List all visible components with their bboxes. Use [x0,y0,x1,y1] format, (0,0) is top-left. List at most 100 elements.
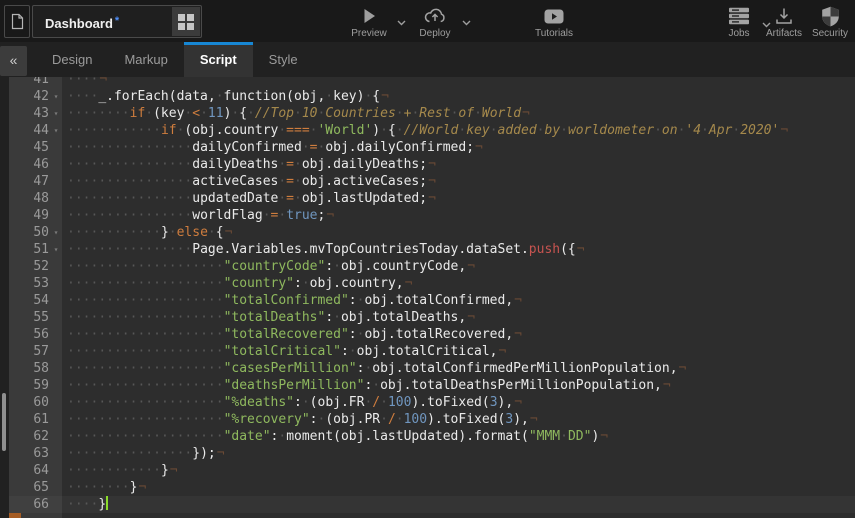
code-line[interactable]: 49················worldFlag·=·true;¬ [9,207,855,224]
code-line[interactable]: 65········}¬ [9,479,855,496]
text-cursor [106,496,108,510]
document-icon [11,13,24,30]
jobs-button[interactable]: Jobs [719,6,759,39]
code-text: ············}·else·{¬ [61,224,855,241]
code-line[interactable]: 41····¬ [9,77,855,88]
deploy-label: Deploy [419,28,450,39]
code-line[interactable]: 47················activeCases·=·obj.acti… [9,173,855,190]
preview-button[interactable]: Preview [343,6,395,39]
code-line[interactable]: 66····} [9,496,855,513]
deploy-button[interactable]: Deploy [410,6,460,39]
server-stack-icon [728,6,750,26]
code-text: ················});¬ [61,445,855,462]
fold-spacer [51,360,61,377]
code-line[interactable]: 58····················"casesPerMillion":… [9,360,855,377]
code-line[interactable]: 52····················"countryCode":·obj… [9,258,855,275]
line-number: 50 [9,224,51,241]
unsaved-marker: * [115,15,119,27]
code-line[interactable]: 48················updatedDate·=·obj.last… [9,190,855,207]
preview-label: Preview [351,28,387,39]
code-text: ····················"date":·moment(obj.l… [61,428,855,445]
code-line[interactable]: 51▾················Page.Variables.mvTopC… [9,241,855,258]
fold-spacer [51,462,61,479]
tab-script[interactable]: Script [184,42,253,77]
fold-toggle-icon[interactable]: ▾ [51,88,61,105]
code-line[interactable]: 54····················"totalConfirmed":·… [9,292,855,309]
tutorials-button[interactable]: Tutorials [526,6,582,39]
tab-design[interactable]: Design [36,42,108,77]
code-text: ····················"countryCode":·obj.c… [61,258,855,275]
line-number: 47 [9,173,51,190]
code-lines: 41····¬42▾····_.forEach(data,·function(o… [9,77,855,513]
page-grid-button[interactable] [172,7,200,36]
artifacts-button[interactable]: Artifacts [758,6,810,39]
fold-spacer [51,77,61,88]
collapse-sidebar-button[interactable]: « [0,46,27,76]
code-text: ····················"%recovery":·(obj.PR… [61,411,855,428]
fold-toggle-icon[interactable]: ▾ [51,241,61,258]
fold-toggle-icon[interactable]: ▾ [51,122,61,139]
left-gutter-strip [0,77,9,518]
code-text: ····················"deathsPerMillion":·… [61,377,855,394]
tab-label: Script [200,52,237,67]
download-icon [774,6,794,26]
fold-toggle-icon[interactable]: ▾ [51,224,61,241]
tutorials-label: Tutorials [535,28,573,39]
fold-spacer [51,445,61,462]
code-line[interactable]: 59····················"deathsPerMillion"… [9,377,855,394]
security-label: Security [812,28,848,39]
video-icon [544,6,564,26]
code-line[interactable]: 46················dailyDeaths·=·obj.dail… [9,156,855,173]
code-line[interactable]: 60····················"%deaths":·(obj.FR… [9,394,855,411]
code-line[interactable]: 56····················"totalRecovered":·… [9,326,855,343]
fold-spacer [51,292,61,309]
code-line[interactable]: 50▾············}·else·{¬ [9,224,855,241]
code-line[interactable]: 64············}¬ [9,462,855,479]
line-number: 54 [9,292,51,309]
code-line[interactable]: 42▾····_.forEach(data,·function(obj,·key… [9,88,855,105]
code-text: ········if·(key·<·11)·{·//Top·10·Countri… [61,105,855,122]
code-text: ····················"%deaths":·(obj.FR·/… [61,394,855,411]
code-line[interactable]: 43▾········if·(key·<·11)·{·//Top·10·Coun… [9,105,855,122]
code-line[interactable]: 61····················"%recovery":·(obj.… [9,411,855,428]
fold-spacer [51,479,61,496]
tab-style[interactable]: Style [253,42,314,77]
fold-spacer [51,173,61,190]
editor-tab-bar: « Design Markup Script Style [0,42,855,77]
line-number: 51 [9,241,51,258]
chevron-down-icon[interactable] [397,20,406,26]
code-line[interactable]: 53····················"country":·obj.cou… [9,275,855,292]
line-number: 66 [9,496,51,513]
code-line[interactable]: 55····················"totalDeaths":·obj… [9,309,855,326]
code-text: ················dailyConfirmed·=·obj.dai… [61,139,855,156]
code-line[interactable]: 45················dailyConfirmed·=·obj.d… [9,139,855,156]
code-text: ················updatedDate·=·obj.lastUp… [61,190,855,207]
code-line[interactable]: 62····················"date":·moment(obj… [9,428,855,445]
line-number: 43 [9,105,51,122]
chevron-down-icon[interactable] [462,20,471,26]
code-line[interactable]: 63················});¬ [9,445,855,462]
tab-markup[interactable]: Markup [108,42,183,77]
line-number: 42 [9,88,51,105]
fold-spacer [51,156,61,173]
tab-label: Design [52,52,92,67]
page-doc-button[interactable] [4,5,30,38]
code-text: ····_.forEach(data,·function(obj,·key)·{… [61,88,855,105]
line-number: 64 [9,462,51,479]
fold-toggle-icon[interactable]: ▾ [51,105,61,122]
code-text: ············if·(obj.country·===·'World')… [61,122,855,139]
grid-icon [178,14,194,30]
code-line[interactable]: 57····················"totalCritical":·o… [9,343,855,360]
artifacts-label: Artifacts [766,28,802,39]
script-code-editor[interactable]: 41····¬42▾····_.forEach(data,·function(o… [0,77,855,518]
code-line[interactable]: 44▾············if·(obj.country·===·'Worl… [9,122,855,139]
fold-spacer [51,190,61,207]
code-text: ················dailyDeaths·=·obj.dailyD… [61,156,855,173]
line-number: 57 [9,343,51,360]
scrollbar-thumb[interactable] [2,393,6,451]
page-selector[interactable]: Dashboard* [32,5,202,38]
fold-spacer [51,275,61,292]
code-text: ················Page.Variables.mvTopCoun… [61,241,855,258]
fold-spacer [51,309,61,326]
security-button[interactable]: Security [806,6,854,39]
